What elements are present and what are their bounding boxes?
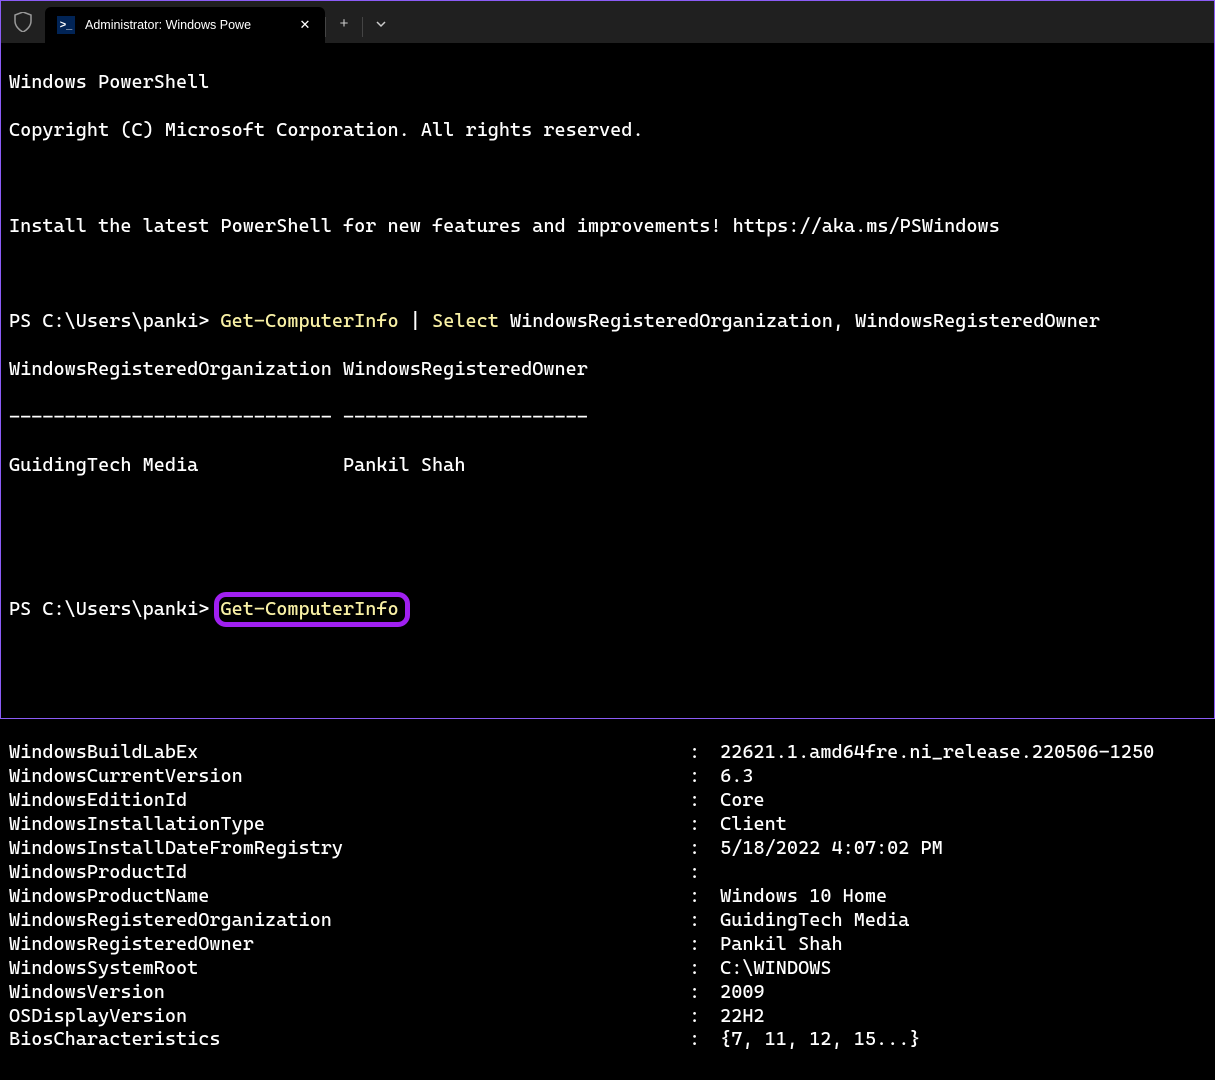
- info-key: BiosCharacteristics: [9, 1028, 689, 1052]
- info-key: WindowsVersion: [9, 981, 689, 1005]
- info-key: WindowsInstallDateFromRegistry: [9, 837, 689, 861]
- blank-line: [9, 645, 1206, 669]
- highlight-annotation: Get-ComputerInfo: [214, 592, 410, 627]
- info-value: 6.3: [709, 765, 1206, 789]
- info-sep: :: [689, 765, 709, 789]
- blank-line: [9, 262, 1206, 286]
- cmdlet: Get-ComputerInfo: [221, 310, 399, 332]
- info-sep: :: [689, 885, 709, 909]
- table-header: WindowsRegisteredOrganization WindowsReg…: [9, 358, 1206, 382]
- table-divider: ----------------------------- ----------…: [9, 406, 1206, 430]
- info-value: GuidingTech Media: [709, 909, 1206, 933]
- banner-line: Install the latest PowerShell for new fe…: [9, 215, 1206, 239]
- info-key: WindowsCurrentVersion: [9, 765, 689, 789]
- info-sep: :: [689, 741, 709, 765]
- info-row: WindowsRegisteredOwner: Pankil Shah: [9, 933, 1206, 957]
- info-row: WindowsProductName: Windows 10 Home: [9, 885, 1206, 909]
- info-key: WindowsRegisteredOwner: [9, 933, 689, 957]
- info-row: WindowsInstallDateFromRegistry: 5/18/202…: [9, 837, 1206, 861]
- info-sep: :: [689, 957, 709, 981]
- tab-dropdown-button[interactable]: [363, 6, 399, 42]
- prompt: PS C:\Users\panki>: [9, 310, 221, 332]
- info-value: 2009: [709, 981, 1206, 1005]
- info-key: WindowsRegisteredOrganization: [9, 909, 689, 933]
- info-sep: :: [689, 861, 709, 885]
- info-row: BiosCharacteristics: {7, 11, 12, 15...}: [9, 1028, 1206, 1052]
- info-sep: :: [689, 789, 709, 813]
- info-row: WindowsProductId:: [9, 861, 1206, 885]
- info-value: Pankil Shah: [709, 933, 1206, 957]
- tab-active[interactable]: >_ Administrator: Windows Powe ✕: [45, 7, 325, 43]
- powershell-icon: >_: [57, 16, 75, 34]
- info-key: WindowsBuildLabEx: [9, 741, 689, 765]
- prompt: PS C:\Users\panki>: [9, 598, 221, 620]
- shield-icon: [13, 11, 33, 33]
- pipe: |: [399, 310, 432, 332]
- cmdlet: Select: [432, 310, 499, 332]
- info-value: [709, 861, 1206, 885]
- info-row: WindowsRegisteredOrganization: GuidingTe…: [9, 909, 1206, 933]
- terminal-output[interactable]: Windows PowerShell Copyright (C) Microso…: [1, 43, 1214, 1080]
- banner-line: Copyright (C) Microsoft Corporation. All…: [9, 119, 1206, 143]
- info-sep: :: [689, 933, 709, 957]
- info-sep: :: [689, 837, 709, 861]
- blank-line: [9, 502, 1206, 526]
- info-value: 5/18/2022 4:07:02 PM: [709, 837, 1206, 861]
- titlebar: >_ Administrator: Windows Powe ✕ +: [1, 1, 1214, 43]
- info-row: WindowsInstallationType: Client: [9, 813, 1206, 837]
- info-row: OSDisplayVersion: 22H2: [9, 1005, 1206, 1029]
- info-key: WindowsProductName: [9, 885, 689, 909]
- args: WindowsRegisteredOrganization, WindowsRe…: [499, 310, 1100, 332]
- command-line-2: PS C:\Users\panki> Get-ComputerInfo: [9, 598, 1206, 622]
- info-value: C:\WINDOWS: [709, 957, 1206, 981]
- info-key: WindowsSystemRoot: [9, 957, 689, 981]
- info-row: WindowsBuildLabEx: 22621.1.amd64fre.ni_r…: [9, 741, 1206, 765]
- new-tab-button[interactable]: +: [326, 6, 362, 42]
- info-value: 22621.1.amd64fre.ni_release.220506-1250: [709, 741, 1206, 765]
- info-sep: :: [689, 909, 709, 933]
- info-value: Core: [709, 789, 1206, 813]
- info-list: WindowsBuildLabEx: 22621.1.amd64fre.ni_r…: [9, 741, 1206, 1052]
- close-icon[interactable]: ✕: [297, 17, 313, 33]
- info-sep: :: [689, 813, 709, 837]
- info-value: {7, 11, 12, 15...}: [709, 1028, 1206, 1052]
- info-key: OSDisplayVersion: [9, 1005, 689, 1029]
- info-row: WindowsVersion: 2009: [9, 981, 1206, 1005]
- banner-line: Windows PowerShell: [9, 71, 1206, 95]
- info-key: WindowsProductId: [9, 861, 689, 885]
- info-sep: :: [689, 1005, 709, 1029]
- tab-title: Administrator: Windows Powe: [85, 18, 287, 32]
- cmdlet: Get-ComputerInfo: [221, 598, 399, 620]
- blank-line: [9, 550, 1206, 574]
- info-row: WindowsEditionId: Core: [9, 789, 1206, 813]
- command-line-1: PS C:\Users\panki> Get-ComputerInfo | Se…: [9, 310, 1206, 334]
- info-value: 22H2: [709, 1005, 1206, 1029]
- blank-line: [9, 167, 1206, 191]
- info-row: WindowsSystemRoot: C:\WINDOWS: [9, 957, 1206, 981]
- info-row: WindowsCurrentVersion: 6.3: [9, 765, 1206, 789]
- info-value: Windows 10 Home: [709, 885, 1206, 909]
- info-sep: :: [689, 1028, 709, 1052]
- info-key: WindowsInstallationType: [9, 813, 689, 837]
- info-value: Client: [709, 813, 1206, 837]
- info-key: WindowsEditionId: [9, 789, 689, 813]
- info-sep: :: [689, 981, 709, 1005]
- table-row: GuidingTech Media Pankil Shah: [9, 454, 1206, 478]
- blank-line: [9, 693, 1206, 717]
